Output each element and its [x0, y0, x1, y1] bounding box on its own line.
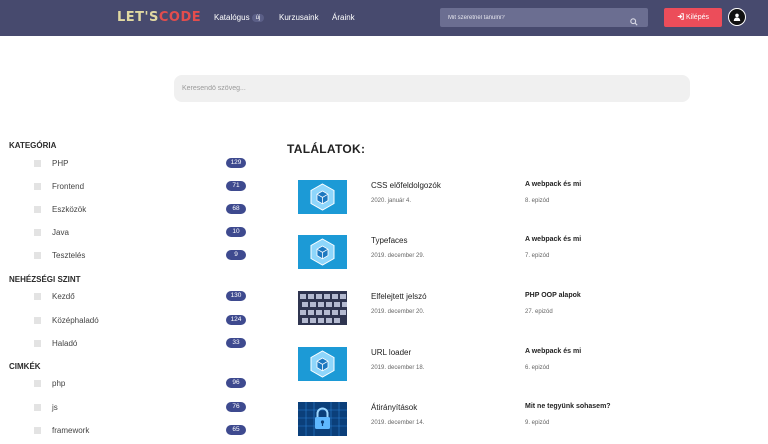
new-badge: új [251, 14, 265, 22]
user-icon [733, 13, 741, 21]
result-title[interactable]: Átirányítások [371, 403, 417, 412]
result-title[interactable]: CSS előfeldolgozók [371, 181, 441, 190]
filter-level-halado[interactable]: Haladó 33 [34, 338, 246, 350]
top-navbar: LET'SCODE Katalógus új Kurzusaink Áraink … [0, 0, 768, 36]
result-series[interactable]: A webpack és mi [525, 236, 581, 243]
count-badge: 65 [226, 425, 246, 435]
result-series[interactable]: PHP OOP alapok [525, 292, 581, 299]
count-badge: 71 [226, 181, 246, 191]
lock-thumbnail[interactable] [298, 402, 347, 436]
header-search [440, 8, 648, 27]
result-episode: 7. epizód [525, 253, 550, 259]
level-title: NEHÉZSÉGI SZINT [9, 275, 81, 284]
filter-category-frontend[interactable]: Frontend 71 [34, 181, 246, 193]
webpack-thumbnail[interactable] [298, 347, 347, 381]
nav-kurzusaink[interactable]: Kurzusaink [279, 13, 319, 22]
checkbox[interactable] [34, 380, 41, 387]
header-search-input[interactable] [448, 8, 628, 27]
count-badge: 68 [226, 204, 246, 214]
checkbox[interactable] [34, 317, 41, 324]
nav-araink[interactable]: Áraink [332, 13, 355, 22]
filter-category-java[interactable]: Java 10 [34, 227, 246, 239]
filter-category-eszkozok[interactable]: Eszközök 68 [34, 204, 246, 216]
result-episode: 8. epizód [525, 198, 550, 204]
filter-tag-framework[interactable]: framework 65 [34, 425, 246, 437]
keyboard-thumbnail[interactable] [298, 291, 347, 325]
result-item[interactable]: Typefaces 2019. december 29. A webpack é… [298, 235, 768, 271]
nav-katalogus-label: Katalógus [214, 13, 250, 22]
count-badge: 9 [226, 250, 246, 260]
count-badge: 33 [226, 338, 246, 348]
result-title[interactable]: URL loader [371, 348, 411, 357]
checkbox[interactable] [34, 183, 41, 190]
search-icon[interactable] [630, 13, 638, 31]
count-badge: 124 [226, 315, 246, 325]
result-date: 2020. január 4. [371, 198, 412, 204]
result-series[interactable]: A webpack és mi [525, 181, 581, 188]
result-date: 2019. december 20. [371, 309, 425, 315]
main-search-input[interactable] [182, 75, 678, 102]
result-date: 2019. december 29. [371, 253, 425, 259]
nav-katalogus[interactable]: Katalógus új [214, 13, 265, 22]
checkbox[interactable] [34, 427, 41, 434]
checkbox[interactable] [34, 293, 41, 300]
result-episode: 27. epizód [525, 309, 553, 315]
checkbox[interactable] [34, 340, 41, 347]
result-series[interactable]: A webpack és mi [525, 348, 581, 355]
result-title[interactable]: Typefaces [371, 236, 407, 245]
result-title[interactable]: Elfelejtett jelszó [371, 292, 427, 301]
logout-button[interactable]: Kilépés [664, 8, 722, 27]
filter-tag-js[interactable]: js 76 [34, 402, 246, 414]
result-item[interactable]: CSS előfeldolgozók 2020. január 4. A web… [298, 180, 768, 216]
category-title: KATEGÓRIA [9, 141, 57, 150]
count-badge: 10 [226, 227, 246, 237]
checkbox[interactable] [34, 252, 41, 259]
filter-level-kozephalado[interactable]: Középhaladó 124 [34, 315, 246, 327]
count-badge: 76 [226, 402, 246, 412]
count-badge: 96 [226, 378, 246, 388]
avatar[interactable] [728, 8, 746, 26]
result-item[interactable]: Elfelejtett jelszó 2019. december 20. PH… [298, 291, 768, 327]
results-title: TALÁLATOK: [287, 142, 366, 156]
checkbox[interactable] [34, 404, 41, 411]
result-date: 2019. december 18. [371, 365, 425, 371]
checkbox[interactable] [34, 206, 41, 213]
logo[interactable]: LET'SCODE [117, 10, 201, 25]
result-episode: 6. epizód [525, 365, 550, 371]
main-search [174, 75, 690, 102]
result-date: 2019. december 14. [371, 420, 425, 426]
tags-title: CIMKÉK [9, 362, 41, 371]
filter-category-php[interactable]: PHP 129 [34, 158, 246, 170]
count-badge: 130 [226, 291, 246, 301]
filter-tag-php[interactable]: php 96 [34, 378, 246, 390]
filter-level-kezdo[interactable]: Kezdő 130 [34, 291, 246, 303]
sign-out-icon [677, 9, 684, 28]
count-badge: 129 [226, 158, 246, 168]
result-item[interactable]: Átirányítások 2019. december 14. Mit ne … [298, 402, 768, 438]
result-item[interactable]: URL loader 2019. december 18. A webpack … [298, 347, 768, 383]
result-series[interactable]: Mit ne tegyünk sohasem? [525, 403, 611, 410]
webpack-thumbnail[interactable] [298, 235, 347, 269]
filter-category-teszteles[interactable]: Tesztelés 9 [34, 250, 246, 262]
logout-label: Kilépés [686, 14, 709, 21]
webpack-thumbnail[interactable] [298, 180, 347, 214]
result-episode: 9. epizód [525, 420, 550, 426]
checkbox[interactable] [34, 160, 41, 167]
checkbox[interactable] [34, 229, 41, 236]
